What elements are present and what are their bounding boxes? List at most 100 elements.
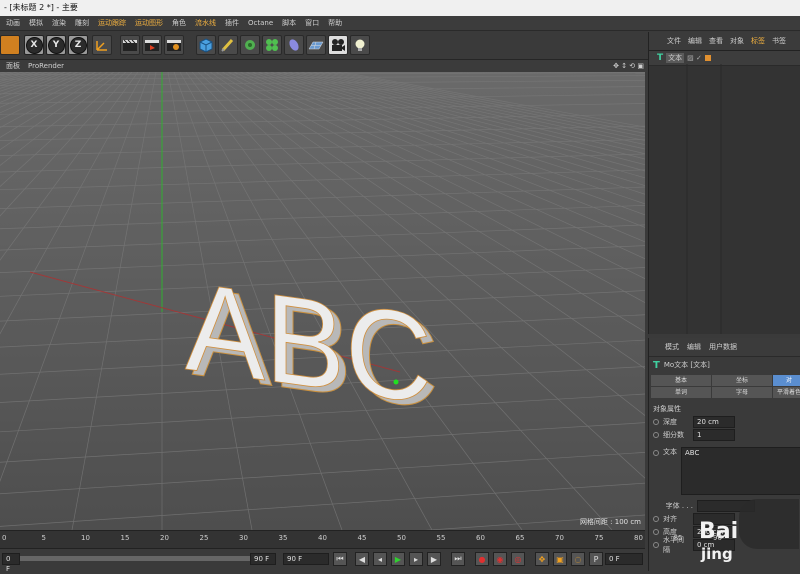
menu-item[interactable]: Octane bbox=[248, 19, 273, 27]
play-icon[interactable]: ▶ bbox=[391, 552, 405, 566]
pen-spline-icon[interactable] bbox=[218, 35, 238, 55]
timeline-ruler[interactable]: 0 5 10 15 20 25 30 35 40 45 50 55 60 65 70 75 80 85 90 bbox=[0, 530, 722, 549]
next-frame-icon[interactable]: ▸ bbox=[409, 552, 423, 566]
menu-item[interactable]: 角色 bbox=[172, 18, 186, 28]
y-axis-label: Y bbox=[47, 36, 65, 54]
menu-item[interactable]: 运动图形 bbox=[135, 18, 163, 28]
record-icon[interactable]: ● bbox=[475, 552, 489, 566]
subdivision-field[interactable]: 1 bbox=[693, 428, 735, 441]
object-manager-tab[interactable]: 查看 bbox=[709, 36, 723, 46]
text-label: 文本 bbox=[663, 448, 677, 456]
keyframe-dot-icon[interactable] bbox=[653, 418, 659, 425]
window-title: - [未标题 2 *] - 主要 bbox=[0, 0, 800, 16]
object-manager-tab[interactable]: 编辑 bbox=[688, 36, 702, 46]
3d-viewport[interactable]: ABC ABC 网格间距 : 100 cm bbox=[0, 72, 645, 530]
menu-item[interactable]: 雕刻 bbox=[75, 18, 89, 28]
coordinate-system-icon[interactable] bbox=[92, 35, 112, 55]
depth-field[interactable]: 20 cm bbox=[693, 415, 735, 428]
cloner-icon[interactable] bbox=[262, 35, 282, 55]
x-axis-button[interactable]: X bbox=[24, 35, 44, 55]
viewport-menu-prorender[interactable]: ProRender bbox=[28, 62, 64, 70]
light-icon[interactable] bbox=[350, 35, 370, 55]
rotate-key-icon[interactable]: ◌ bbox=[571, 552, 585, 566]
attribute-tab-button[interactable]: 字母 bbox=[712, 387, 772, 398]
menu-bar: 动画 模拟 渲染 雕刻 运动跟踪 运动图形 角色 流水线 插件 Octane 脚本 窗口 帮助 bbox=[0, 16, 800, 31]
text-object-icon: T bbox=[653, 359, 660, 371]
attribute-manager-tab[interactable]: 模式 bbox=[665, 342, 679, 352]
cube-icon[interactable] bbox=[196, 35, 216, 55]
menu-item[interactable]: 脚本 bbox=[282, 18, 296, 28]
frame-start-field[interactable]: 0 F bbox=[2, 553, 20, 573]
attribute-tab-buttons: 基本 坐标对单词 字母 平滑着色 bbox=[649, 373, 800, 398]
render-settings-icon[interactable] bbox=[164, 35, 184, 55]
subdivision-icon[interactable] bbox=[240, 35, 260, 55]
parameter-key-icon[interactable]: P bbox=[589, 552, 603, 566]
y-axis-button[interactable]: Y bbox=[46, 35, 66, 55]
text-field[interactable]: ABC bbox=[681, 447, 800, 495]
go-to-start-icon[interactable]: ⏮ bbox=[333, 552, 347, 566]
timeline-tick-label: 85 bbox=[673, 534, 683, 542]
home-icon[interactable] bbox=[0, 35, 20, 55]
attribute-manager-tab[interactable]: 编辑 bbox=[687, 342, 701, 352]
render-view-icon[interactable] bbox=[120, 35, 140, 55]
object-manager-tab[interactable]: 对象 bbox=[730, 36, 744, 46]
render-picture-viewer-icon[interactable] bbox=[142, 35, 162, 55]
attribute-tab-button[interactable]: 基本 bbox=[651, 375, 711, 386]
attribute-manager-tab[interactable]: 用户数据 bbox=[709, 342, 737, 352]
timeline-tick-label: 45 bbox=[357, 534, 367, 542]
scale-key-icon[interactable]: ▣ bbox=[553, 552, 567, 566]
attribute-tab-button[interactable]: 平滑着色 bbox=[773, 387, 800, 398]
prev-frame-icon[interactable]: ◂ bbox=[373, 552, 387, 566]
grid-spacing-info: 网格间距 : 100 cm bbox=[579, 518, 641, 526]
viewport-menu-panel[interactable]: 面板 bbox=[6, 61, 20, 71]
camera-icon[interactable] bbox=[328, 35, 348, 55]
current-frame-field[interactable]: 0 F bbox=[605, 553, 643, 565]
menu-item[interactable]: 插件 bbox=[225, 18, 239, 28]
object-manager-tab[interactable]: 书签 bbox=[772, 36, 786, 46]
keyframe-dot-icon[interactable] bbox=[653, 541, 659, 548]
timeline: 0 5 10 15 20 25 30 35 40 45 50 55 60 65 70 75 80 85 90 0 F… bbox=[0, 530, 722, 573]
attribute-tab-button[interactable]: 坐标 bbox=[712, 375, 772, 386]
keyframe-dot-icon[interactable] bbox=[653, 450, 659, 456]
viewport-nav-icons[interactable]: ✥ ↕ ⟲ ▣ bbox=[613, 62, 648, 70]
frame-end-left-field[interactable]: 90 F bbox=[250, 553, 276, 565]
timeline-tick-label: 90 bbox=[713, 534, 722, 542]
visibility-dots-icon[interactable]: ▨ ✓ bbox=[687, 54, 702, 62]
prev-key-icon[interactable]: ◀ bbox=[355, 552, 369, 566]
timeline-tick-label: 80 bbox=[634, 534, 643, 542]
z-axis-button[interactable]: Z bbox=[68, 35, 88, 55]
autokey-icon[interactable]: ◉ bbox=[493, 552, 507, 566]
menu-item[interactable]: 流水线 bbox=[195, 18, 216, 28]
keyframe-dot-icon[interactable] bbox=[653, 528, 659, 535]
attribute-tab-button[interactable]: 对 bbox=[773, 375, 800, 386]
next-key-icon[interactable]: ▶ bbox=[427, 552, 441, 566]
frame-end-right-field[interactable]: 90 F bbox=[283, 553, 329, 565]
keyframe-dot-icon[interactable] bbox=[653, 515, 659, 522]
menu-item[interactable]: 渲染 bbox=[52, 18, 66, 28]
menu-item[interactable]: 帮助 bbox=[328, 18, 342, 28]
transport-bar: 0 F 90 F 90 F ⏮ ◀ ◂ ▶ ▸ ▶ ⏭ ● ◉ ◎ ✥ ▣ ◌ … bbox=[0, 548, 645, 573]
floor-icon[interactable] bbox=[306, 35, 326, 55]
object-manager-tab[interactable]: 标签 bbox=[751, 36, 765, 46]
menu-item[interactable]: 模拟 bbox=[29, 18, 43, 28]
range-slider[interactable] bbox=[20, 556, 270, 561]
menu-item[interactable]: 窗口 bbox=[305, 18, 319, 28]
object-axis-handle[interactable] bbox=[393, 379, 399, 385]
menu-item[interactable]: 动画 bbox=[6, 18, 20, 28]
depth-row: 深度 20 cm bbox=[649, 415, 800, 428]
attribute-tab-button[interactable]: 单词 bbox=[651, 387, 711, 398]
move-key-icon[interactable]: ✥ bbox=[535, 552, 549, 566]
menu-item[interactable]: 运动跟踪 bbox=[98, 18, 126, 28]
main-toolbar: X Y Z bbox=[0, 32, 648, 60]
x-axis-label: X bbox=[25, 36, 43, 54]
go-to-end-icon[interactable]: ⏭ bbox=[451, 552, 465, 566]
depth-label: 深度 bbox=[663, 417, 677, 426]
tag-icon[interactable] bbox=[704, 55, 711, 61]
deformer-icon[interactable] bbox=[284, 35, 304, 55]
object-name[interactable]: 文本 bbox=[666, 53, 685, 63]
object-manager-tab[interactable]: 文件 bbox=[667, 36, 681, 46]
keyframe-selection-icon[interactable]: ◎ bbox=[511, 552, 525, 566]
timeline-tick-label: 75 bbox=[594, 534, 604, 542]
keyframe-dot-icon[interactable] bbox=[653, 431, 659, 438]
timeline-tick-label: 30 bbox=[239, 534, 248, 542]
